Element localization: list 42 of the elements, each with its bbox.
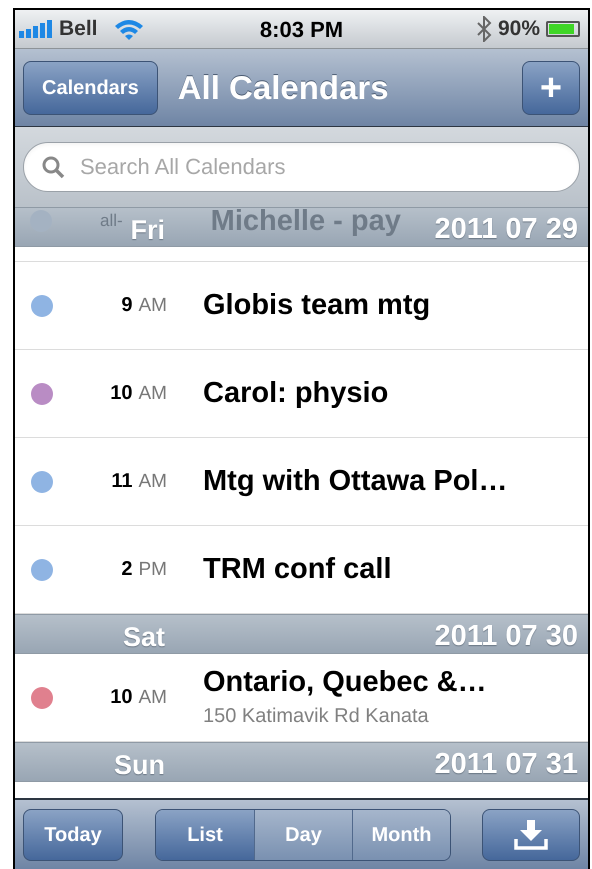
segment-tab[interactable]: Month (352, 810, 450, 860)
event-title: Globis team mtg (203, 288, 430, 324)
event-hour: 2 (121, 557, 132, 582)
section-day: Fri (130, 210, 165, 250)
event-period: AM (138, 382, 167, 406)
event-hour: 10 (110, 381, 132, 406)
section-date: 2011 07 30 (434, 619, 579, 654)
event-hour: 11 (111, 469, 132, 494)
add-button[interactable]: + (522, 60, 580, 114)
nav-title: All Calendars (178, 68, 390, 108)
today-button[interactable]: Today (23, 808, 123, 860)
event-title: Ontario, Quebec &… (203, 665, 487, 700)
carrier-name: Bell (59, 16, 98, 42)
event-time: all- (100, 210, 123, 232)
battery-percent: 90% (498, 16, 540, 42)
event-title: TRM conf call (203, 552, 392, 588)
event-location: 150 Katimavik Rd Kanata (203, 704, 430, 729)
event-period: AM (138, 470, 167, 494)
segment-tab[interactable]: List (156, 810, 254, 860)
search-icon (41, 155, 65, 179)
event-period: PM (138, 558, 167, 582)
event-title: Mtg with Ottawa Pol… (203, 464, 508, 500)
section-day: Sun (114, 744, 165, 785)
signal-icon (19, 20, 53, 38)
event-title: Michelle - pay (210, 207, 401, 236)
battery-icon (546, 21, 580, 37)
event-hour: 9 (121, 293, 132, 318)
calendars-button[interactable]: Calendars (23, 60, 158, 114)
event-title: Carol: physio (203, 376, 388, 412)
wifi-icon (114, 18, 144, 40)
status-time: 8:03 PM (258, 16, 344, 44)
search-field[interactable]: Search All Calendars (23, 142, 580, 192)
section-date: 2011 07 31 (434, 747, 579, 782)
download-icon (513, 820, 549, 850)
event-period: AM (138, 686, 167, 710)
event-period: AM (138, 294, 167, 318)
bluetooth-icon (476, 16, 492, 42)
section-date: 2011 07 29 (434, 212, 579, 247)
section-day: Sat (122, 616, 165, 657)
segment-tab[interactable]: Day (254, 810, 352, 860)
event-hour: 10 (110, 685, 132, 710)
download-button[interactable] (482, 808, 580, 860)
